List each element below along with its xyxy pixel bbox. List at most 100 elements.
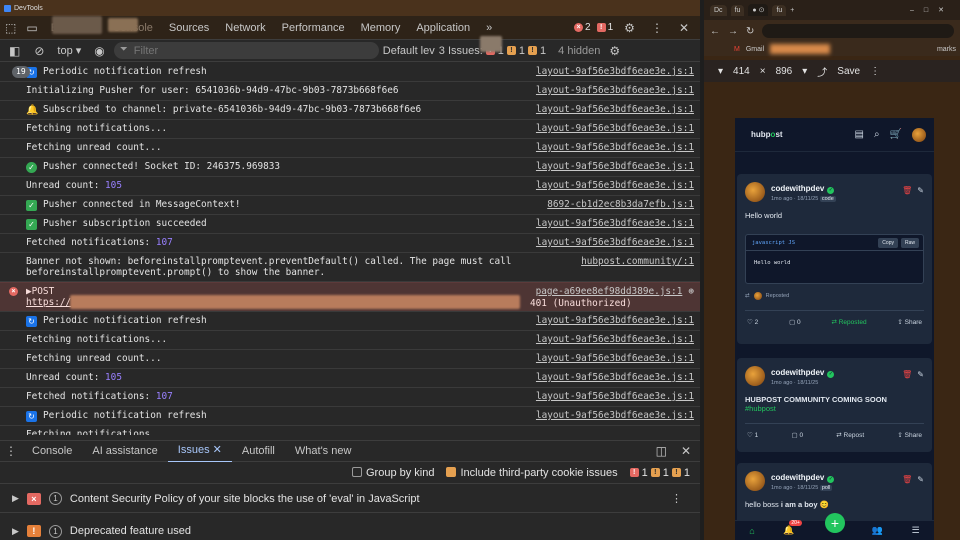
source-link[interactable]: layout-9af56e3bdf6eae3e.js:1 [536,85,694,96]
hashtag-link[interactable]: #hubpost [745,404,924,413]
browser-tab-active[interactable]: ● ⊙ [748,4,769,16]
source-link[interactable]: layout-9af56e3bdf6eae3e.js:1 [536,180,694,191]
share-button[interactable]: ⇪ Share [897,318,922,326]
device-width-input[interactable]: 414 [733,66,750,77]
like-button[interactable]: ♡ 2 [747,318,758,326]
device-select[interactable]: ▾ [718,66,723,77]
source-link[interactable]: layout-9af56e3bdf6eae3e.js:1 [536,161,694,172]
home-icon[interactable]: ⌂ [749,526,754,536]
ai-explain-icon[interactable]: ⊛ [688,286,694,297]
error-url[interactable]: https:// [26,297,71,308]
avatar[interactable] [912,127,926,142]
settings-gear-icon[interactable]: ⚙ [619,17,640,39]
third-party-checkbox[interactable] [446,466,457,477]
new-tab-icon[interactable]: + [790,7,794,14]
tab-sources[interactable]: Sources [161,16,217,40]
edit-icon[interactable]: ✎ [917,475,924,484]
bookmarks-overflow[interactable]: marks [937,46,960,53]
source-link[interactable]: layout-9af56e3bdf6eae3e.js:1 [536,237,694,248]
source-link[interactable]: layout-9af56e3bdf6eae3e.js:1 [536,334,694,345]
post-author[interactable]: codewithpdev [771,184,824,193]
warning-counter[interactable]: ! 1 [596,22,613,33]
rotate-icon[interactable]: ⤴ [817,64,827,79]
group-by-kind-checkbox[interactable] [352,466,362,477]
post-avatar[interactable] [745,366,765,386]
device-more-icon[interactable]: ⋮ [870,66,880,77]
tab-memory[interactable]: Memory [353,16,409,40]
source-link[interactable]: layout-9af56e3bdf6eae3e.js:1 [536,218,694,229]
raw-button[interactable]: Raw [900,237,919,248]
source-link[interactable]: layout-9af56e3bdf6eae3e.js:1 [536,391,694,402]
drawer-tab-autofill[interactable]: Autofill [232,440,285,462]
window-controls[interactable]: –□✕ [910,6,960,14]
device-height-input[interactable]: 896 [776,66,793,77]
bookmark-gmail[interactable]: M [734,46,740,53]
create-post-button[interactable]: + [825,513,845,533]
people-icon[interactable]: 👥 [872,525,883,536]
post-avatar[interactable] [745,182,765,202]
browser-tab[interactable]: fu [772,4,787,16]
live-expression-eye-icon[interactable]: ◉ [89,40,109,62]
like-button[interactable]: ♡ 1 [747,431,758,439]
back-arrow-icon[interactable]: ← [710,26,720,37]
post-author[interactable]: codewithpdev [771,368,824,377]
source-link[interactable]: layout-9af56e3bdf6eae3e.js:1 [536,123,694,134]
reload-icon[interactable]: ↻ [746,26,754,37]
source-link[interactable]: layout-9af56e3bdf6eae3e.js:1 [536,315,694,326]
repost-button[interactable]: ⇄ Repost [836,431,864,439]
comment-button[interactable]: ▢ 0 [791,431,803,439]
source-link[interactable]: page-a69ee8ef98dd389e.js:1 [536,286,683,297]
search-icon[interactable]: ⌕ [874,129,880,140]
delete-icon[interactable]: 🗑 [902,370,912,379]
error-counter[interactable]: × 2 [574,22,591,33]
tab-performance[interactable]: Performance [274,16,353,40]
save-button[interactable]: Save [837,66,860,77]
source-link[interactable]: layout-9af56e3bdf6eae3e.js:1 [536,410,694,421]
third-party-option[interactable]: Include third-party cookie issues [446,466,618,479]
zoom-select[interactable]: ▾ [802,66,807,77]
share-button[interactable]: ⇪ Share [897,431,922,439]
console-settings-gear-icon[interactable]: ⚙ [604,40,625,62]
expand-arrow-icon[interactable]: ▶ [12,526,19,537]
cart-icon[interactable]: 🛒 [890,129,902,140]
issue-row-csp[interactable]: ▶ × 1 Content Security Policy of your si… [0,485,700,513]
issue-menu-icon[interactable]: ⋮ [671,492,700,505]
browser-tab[interactable]: fu [730,4,745,16]
source-link[interactable]: layout-9af56e3bdf6eae3e.js:1 [536,353,694,364]
source-link[interactable]: layout-9af56e3bdf6eae3e.js:1 [536,142,694,153]
drawer-tab-issues[interactable]: Issues ✕ [167,439,232,463]
repost-button[interactable]: ⇄ Reposted [831,318,866,326]
delete-icon[interactable]: 🗑 [902,475,912,484]
drawer-tab-console[interactable]: Console [22,440,82,462]
inspect-element-icon[interactable]: ⬚ [0,17,21,39]
post-avatar[interactable] [745,471,765,491]
delete-icon[interactable]: 🗑 [902,186,912,195]
source-link[interactable]: layout-9af56e3bdf6eae3e.js:1 [536,372,694,383]
drawer-menu-icon[interactable]: ⋮ [0,440,22,462]
dock-drawer-icon[interactable]: ◫ [651,440,672,462]
edit-icon[interactable]: ✎ [917,186,924,195]
source-link[interactable]: layout-9af56e3bdf6eae3e.js:1 [536,66,694,77]
filter-input[interactable] [113,42,379,59]
group-by-kind-option[interactable]: Group by kind [352,466,434,479]
post-author[interactable]: codewithpdev [771,473,824,482]
url-bar[interactable] [762,24,954,38]
close-drawer-icon[interactable]: ✕ [676,440,696,462]
notifications-icon[interactable]: 🔔 20+ [783,520,802,536]
device-toolbar-icon[interactable]: ▭ [21,17,42,39]
source-link[interactable]: layout-9af56e3bdf6eae3e.js:1 [536,104,694,115]
drawer-tab-whats-new[interactable]: What's new [285,440,362,462]
context-select[interactable]: top ▾ [53,44,85,57]
bookmark-label[interactable]: Gmail [746,46,764,53]
close-devtools-icon[interactable]: ✕ [674,17,694,39]
expand-arrow-icon[interactable]: ▶ [12,493,19,504]
clear-console-icon[interactable]: ⊘ [29,40,49,62]
forward-arrow-icon[interactable]: → [728,26,738,37]
edit-icon[interactable]: ✎ [917,370,924,379]
comment-button[interactable]: ▢ 0 [789,318,801,326]
source-link[interactable]: 8692-cb1d2ec8b3da7efb.js:1 [547,199,694,210]
app-logo[interactable]: hubpost [751,130,783,139]
log-levels-select[interactable]: Default levels [383,45,435,57]
issue-row-deprecated[interactable]: ▶ ! 1 Deprecated feature used [0,517,700,540]
menu-icon[interactable]: ☰ [912,525,920,536]
